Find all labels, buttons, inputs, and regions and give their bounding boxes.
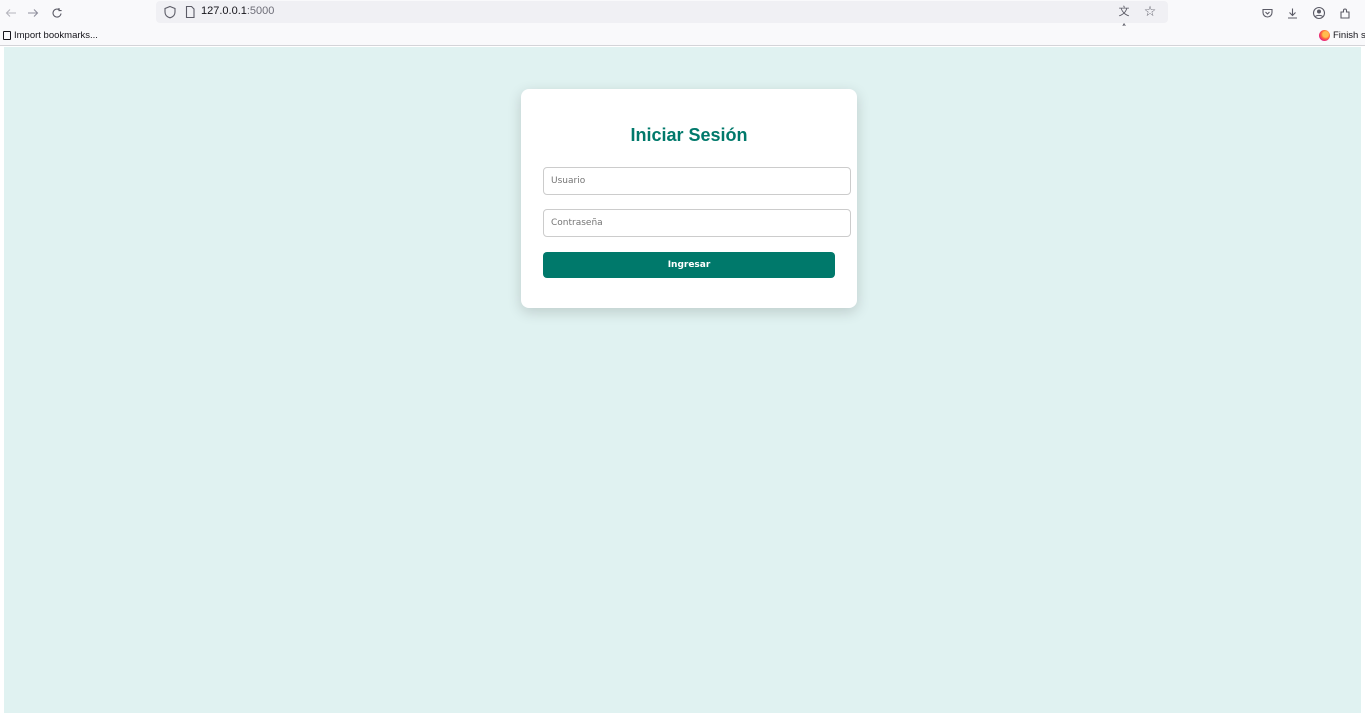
login-title: Iniciar Sesión xyxy=(630,125,748,145)
page-icon[interactable] xyxy=(182,4,198,20)
import-icon xyxy=(3,31,11,40)
reload-button[interactable] xyxy=(46,2,68,24)
url-text[interactable]: 127.0.0.1:5000 xyxy=(201,5,274,17)
translate-icon[interactable]: 文A xyxy=(1116,4,1132,34)
back-button[interactable] xyxy=(0,2,22,24)
finish-setup-link[interactable]: Finish se xyxy=(1319,30,1365,41)
username-input[interactable] xyxy=(543,167,851,195)
reload-icon xyxy=(52,8,62,18)
pocket-icon[interactable] xyxy=(1257,3,1277,23)
arrow-left-icon xyxy=(5,9,16,17)
shield-icon[interactable] xyxy=(162,4,178,20)
account-icon[interactable] xyxy=(1309,3,1329,23)
import-bookmarks-label: Import bookmarks... xyxy=(14,30,98,41)
login-card: Iniciar Sesión Ingresar xyxy=(521,89,857,308)
url-port: :5000 xyxy=(246,5,275,17)
bookmarks-toolbar: Import bookmarks... Finish se xyxy=(0,26,1365,46)
browser-toolbar: 127.0.0.1:5000 文A ☆ xyxy=(0,0,1365,34)
login-button[interactable]: Ingresar xyxy=(543,252,835,278)
import-bookmarks-link[interactable]: Import bookmarks... xyxy=(3,30,98,41)
url-bar[interactable]: 127.0.0.1:5000 文A ☆ xyxy=(156,1,1168,34)
extensions-icon[interactable] xyxy=(1335,3,1355,23)
download-icon[interactable] xyxy=(1282,3,1302,23)
star-icon[interactable]: ☆ xyxy=(1142,3,1158,19)
finish-setup-label: Finish se xyxy=(1333,30,1365,41)
forward-button[interactable] xyxy=(22,2,44,24)
page-viewport: Iniciar Sesión Ingresar xyxy=(4,47,1361,713)
password-input[interactable] xyxy=(543,209,851,237)
arrow-right-icon xyxy=(28,9,39,17)
firefox-icon xyxy=(1319,30,1330,41)
url-host: 127.0.0.1 xyxy=(201,5,247,17)
